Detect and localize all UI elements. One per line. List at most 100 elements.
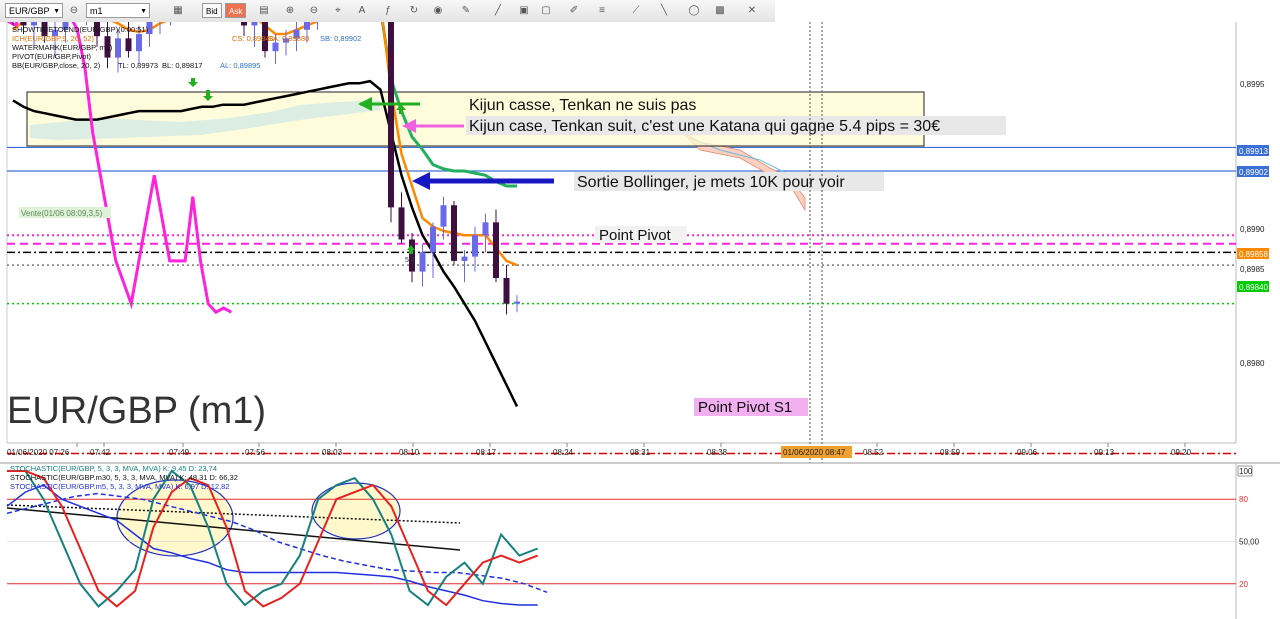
time-tick-label: 07:49 (169, 448, 190, 457)
time-tick-label: 08:17 (476, 448, 497, 457)
highlight-ellipse (116, 479, 234, 557)
eraser-icon[interactable]: ✕ (744, 3, 760, 18)
period-icon[interactable]: ⊖ (66, 3, 82, 18)
candle-body (409, 239, 415, 272)
time-tick-label: 09:06 (1017, 448, 1038, 457)
crosshair-icon[interactable]: ⌖ (330, 3, 346, 18)
time-tick-label: 08:24 (553, 448, 574, 457)
time-tick-label: 08:52 (863, 448, 884, 457)
price-tag-label: 0,89913 (1239, 147, 1268, 156)
time-tick-label: 09:13 (1094, 448, 1115, 457)
ask-button[interactable]: Ask (225, 3, 247, 18)
candle-body (241, 22, 247, 26)
bid-button[interactable]: Bid (202, 3, 222, 18)
globe-icon[interactable]: ◉ (430, 3, 446, 18)
chart-type-icon[interactable]: ▤ (256, 3, 272, 18)
candle-body (272, 42, 279, 52)
time-tick-label: 08:59 (940, 448, 961, 457)
cursor-time-label: 01/06/2020 08:47 (783, 448, 846, 457)
drawing-icon[interactable]: ✐ (566, 3, 582, 18)
candle-body (461, 256, 468, 261)
price-tag-label: 0,89840 (1239, 283, 1268, 292)
candle-body (451, 205, 457, 261)
chart-area[interactable]: SHOWTIMETOEND(EUR/GBP)(0:00:51)ICH(EUR/G… (0, 22, 1280, 619)
candle-body (430, 226, 436, 253)
text-tool-icon[interactable]: A (354, 3, 370, 18)
candle-body (388, 22, 394, 208)
symbol-select-label: EUR/GBP (9, 6, 50, 16)
price-tick-label: 0,8985 (1240, 265, 1265, 274)
indicator-legend: SA: 0,89880 (268, 34, 309, 43)
candle-body (304, 22, 310, 30)
indicator-legend: SHOWTIMETOEND(EUR/GBP)(0:00:51) (12, 25, 149, 34)
time-tick-label: 08:03 (322, 448, 343, 457)
symbol-watermark: EUR/GBP (m1) (7, 390, 266, 432)
stoch-tick-label: 100 (1239, 467, 1253, 476)
pips-label: 5,4 (405, 257, 415, 264)
horizontal-line-icon[interactable]: ≡ (594, 3, 610, 18)
pencil-icon[interactable]: ✎ (458, 3, 474, 18)
timeframe-select[interactable]: m1 ▼ (86, 3, 150, 18)
ellipse-icon[interactable]: ◯ (686, 3, 702, 18)
candle-body (419, 252, 426, 272)
candle-body (251, 22, 258, 26)
indicator-legend: SB: 0,89902 (320, 34, 361, 43)
chevron-down-icon: ▼ (53, 8, 60, 15)
template-icon[interactable]: ▢ (538, 3, 554, 18)
zoom-in-icon[interactable]: ⊕ (282, 3, 298, 18)
indicator-legend: WATERMARK(EUR/GBP, m1) (12, 43, 113, 52)
time-tick-label: 08:10 (399, 448, 420, 457)
line-tool-icon[interactable]: ╱ (490, 3, 506, 18)
chevron-down-icon: ▼ (140, 8, 147, 15)
price-tick-label: 0,8980 (1240, 359, 1265, 368)
candle-body (136, 34, 142, 52)
time-tick-label: 08:38 (707, 448, 728, 457)
annotation-text: Kijun casse, Tenkan ne suis pas (469, 97, 696, 114)
indicator-icon[interactable]: ƒ (380, 3, 396, 18)
indicator-legend: PIVOT(EUR/GBP,Pivot) (12, 52, 92, 61)
time-tick-label: 09:20 (1171, 448, 1192, 457)
price-tick-label: 0,8995 (1240, 80, 1265, 89)
trade-label: Vente(01/06 08:09,3,5) (21, 209, 103, 218)
picture-icon[interactable]: ▩ (712, 3, 728, 18)
indicator-legend: BL: 0,89817 (162, 61, 202, 70)
candle-body (514, 301, 520, 304)
zoom-out-icon[interactable]: ⊖ (306, 3, 322, 18)
chart-type-icon[interactable]: ▦ (170, 3, 186, 18)
price-tag-label: 0,89902 (1239, 168, 1268, 177)
candle-body (482, 222, 489, 236)
indicator-legend: TL: 0,89973 (118, 61, 158, 70)
annotation-text: Sortie Bollinger, je mets 10K pour voir (577, 174, 845, 191)
refresh-icon[interactable]: ↻ (406, 3, 422, 18)
stoch-legend: STOCHASTIC(EUR/GBP.m30, 5, 3, 3, MVA, MV… (10, 473, 238, 482)
brush-icon[interactable]: ╲ (656, 3, 672, 18)
pivot-label: Point Pivot (599, 227, 672, 244)
time-tick-label: 07:56 (245, 448, 266, 457)
stoch-tick-label: 80 (1239, 495, 1248, 504)
candle-body (493, 222, 499, 278)
annotation-text: Kijun case, Tenkan suit, c'est une Katan… (469, 118, 940, 135)
image-icon[interactable]: ▣ (516, 3, 532, 18)
indicator-legend: BB(EUR/GBP,close, 20, 2) (12, 61, 101, 70)
time-tick-label: 08:31 (630, 448, 651, 457)
candle-body (115, 38, 121, 58)
candle-body (440, 205, 447, 227)
timeframe-select-label: m1 (90, 6, 103, 16)
time-tick-label: 01/06/2020 07:26 (7, 448, 70, 457)
stoch-tick-label: 50,00 (1239, 538, 1260, 547)
stochastic-panel: STOCHASTIC(EUR/GBP, 5, 3, 3, MVA, MVA) K… (0, 462, 1280, 619)
candle-body (503, 278, 510, 304)
candle-body (472, 235, 478, 257)
symbol-select[interactable]: EUR/GBP ▼ (5, 3, 63, 18)
toolbar: EUR/GBP ▼ ⊖ m1 ▼ ▦ Bid Ask ▤ ⊕ ⊖ ⌖ Aƒ ↻ ◉ ✎ ╱ ▣ ▢ ✐… (0, 0, 775, 23)
stoch-legend: STOCHASTIC(EUR/GBP, 5, 3, 3, MVA, MVA) K… (10, 464, 217, 473)
indicator-legend: AL: 0,89895 (220, 61, 260, 70)
pivot-s1-label: Point Pivot S1 (698, 399, 792, 416)
time-tick-label: 07:42 (90, 448, 111, 457)
trendline-icon[interactable]: ⟋ (628, 3, 644, 18)
stoch-tick-label: 20 (1239, 580, 1248, 589)
price-tick-label: 0,8990 (1240, 225, 1265, 234)
candle-body (398, 207, 405, 240)
price-tag-label: 0,89858 (1239, 250, 1268, 259)
candle-body (125, 38, 132, 52)
